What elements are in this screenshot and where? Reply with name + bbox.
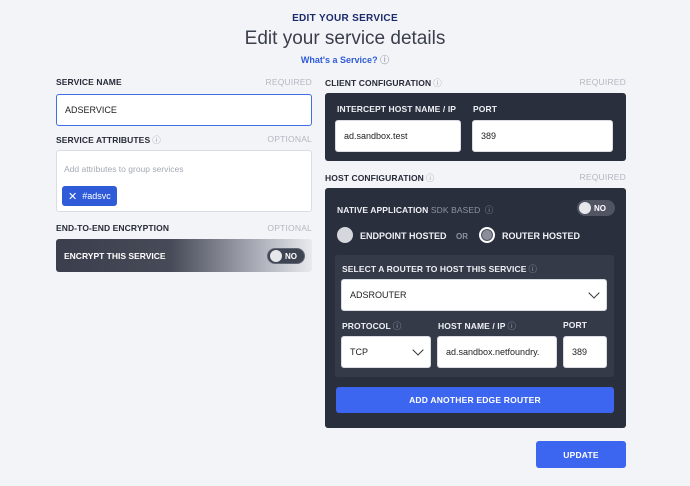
info-icon: ⓘ [152,135,161,145]
attribute-tag-label: #adsvc [82,191,111,201]
encryption-label: END-TO-END ENCRYPTION [56,223,170,233]
info-icon: ⓘ [425,173,435,183]
host-port-label: PORT [563,320,588,330]
info-icon: ⓘ [380,55,390,65]
intercept-host-value: ad.sandbox.test [344,131,408,141]
client-port-label: PORT [473,104,498,114]
service-name-input[interactable]: ADSERVICE [56,94,312,126]
service-attributes-optional: OPTIONAL [267,134,312,144]
attribute-tag[interactable]: ✕ #adsvc [62,186,117,206]
router-hosted-label[interactable]: ROUTER HOSTED [502,231,580,241]
info-icon: ⓘ [484,205,494,215]
help-link-text: What's a Service? [300,55,378,65]
whats-a-service-link[interactable]: What's a Service? ⓘ [0,53,690,66]
remove-tag-icon[interactable]: ✕ [68,190,77,203]
protocol-label: PROTOCOL ⓘ [342,321,402,331]
client-config-panel: INTERCEPT HOST NAME / IP PORT ad.sandbox… [325,93,626,161]
router-select-value: ADSROUTER [350,290,407,300]
host-port-input[interactable]: 389 [563,336,607,368]
service-name-label: SERVICE NAME [56,77,122,87]
encrypt-service-label: ENCRYPT THIS SERVICE [64,250,166,261]
attributes-placeholder: Add attributes to group services [64,164,184,174]
page-kicker: EDIT YOUR SERVICE [292,13,398,24]
endpoint-hosted-label[interactable]: ENDPOINT HOSTED [360,231,447,241]
router-select-label: SELECT A ROUTER TO HOST THIS SERVICE ⓘ [342,264,538,274]
add-edge-router-button[interactable]: ADD ANOTHER EDGE ROUTER [336,387,614,413]
host-config-panel: NATIVE APPLICATION SDK BASED ⓘ NO ENDPOI… [325,188,626,428]
router-hosted-radio[interactable] [479,227,495,243]
page-title: Edit your service details [244,28,446,49]
native-app-toggle[interactable]: NO [577,200,615,216]
client-port-value: 389 [481,131,497,141]
client-config-label: CLIENT CONFIGURATION ⓘ [325,78,442,88]
native-app-toggle-state: NO [594,203,606,213]
host-name-label: HOST NAME / IP ⓘ [438,321,517,331]
service-name-required: REQUIRED [265,77,312,87]
encrypt-toggle-state: NO [285,251,297,261]
chevron-down-icon [412,344,424,356]
encrypt-toggle[interactable]: NO [267,248,305,264]
host-config-required: REQUIRED [579,172,626,182]
toggle-knob [579,202,591,214]
info-icon: ⓘ [433,78,442,88]
service-attributes-input[interactable]: Add attributes to group services ✕ #adsv… [56,150,312,212]
chevron-down-icon [588,287,600,299]
router-select[interactable]: ADSROUTER [341,279,607,311]
info-icon: ⓘ [392,321,402,331]
or-divider: OR [456,232,468,241]
native-app-label: NATIVE APPLICATION SDK BASED ⓘ [337,205,494,215]
info-icon: ⓘ [528,264,538,274]
toggle-knob [270,250,282,262]
host-name-input[interactable]: ad.sandbox.netfoundry. [437,336,557,368]
protocol-value: TCP [350,347,368,357]
endpoint-hosted-radio[interactable] [337,227,353,243]
client-port-input[interactable]: 389 [472,120,613,152]
host-config-label: HOST CONFIGURATION ⓘ [325,173,435,183]
service-name-value: ADSERVICE [65,105,117,115]
host-port-value: 389 [572,347,588,357]
sdk-based-note: SDK BASED [430,205,481,215]
intercept-host-label: INTERCEPT HOST NAME / IP [337,104,457,114]
router-config-section: SELECT A ROUTER TO HOST THIS SERVICE ⓘ AD… [335,255,614,377]
update-button[interactable]: UPDATE [536,441,626,468]
host-name-value: ad.sandbox.netfoundry. [446,347,540,357]
intercept-host-input[interactable]: ad.sandbox.test [335,120,461,152]
protocol-select[interactable]: TCP [341,336,431,368]
service-attributes-label: SERVICE ATTRIBUTES ⓘ [56,135,161,145]
info-icon: ⓘ [507,321,517,331]
client-config-required: REQUIRED [579,77,626,87]
encryption-optional: OPTIONAL [267,223,312,233]
